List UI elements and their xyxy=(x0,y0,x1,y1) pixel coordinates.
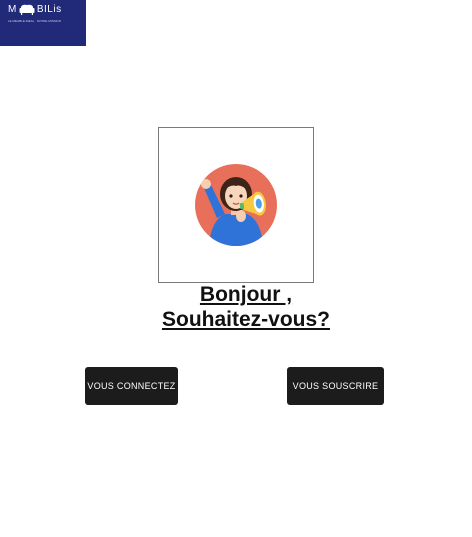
person-megaphone-icon xyxy=(195,164,277,246)
greeting-line-1: Bonjour , xyxy=(199,283,293,306)
avatar-card xyxy=(158,127,314,283)
greeting-line-2: Souhaitez-vous? xyxy=(161,308,330,331)
brand-tagline: LE MEUBLE IDEAL · NOTRE MISSION xyxy=(8,19,61,23)
brand-name-prefix: M xyxy=(8,4,17,15)
brand-wordmark: M BILis xyxy=(8,4,62,15)
greeting-heading: Bonjour , Souhaitez-vous? xyxy=(100,282,392,332)
welcome-screen: M BILis LE MEUBLE IDEAL · NOTRE MISSION xyxy=(0,0,472,537)
login-button[interactable]: VOUS CONNECTEZ xyxy=(85,367,178,405)
signup-button[interactable]: VOUS SOUSCRIRE xyxy=(287,367,384,405)
brand-logo[interactable]: M BILis LE MEUBLE IDEAL · NOTRE MISSION xyxy=(0,0,86,46)
armchair-icon xyxy=(19,4,35,15)
brand-name-suffix: BILis xyxy=(36,4,62,15)
